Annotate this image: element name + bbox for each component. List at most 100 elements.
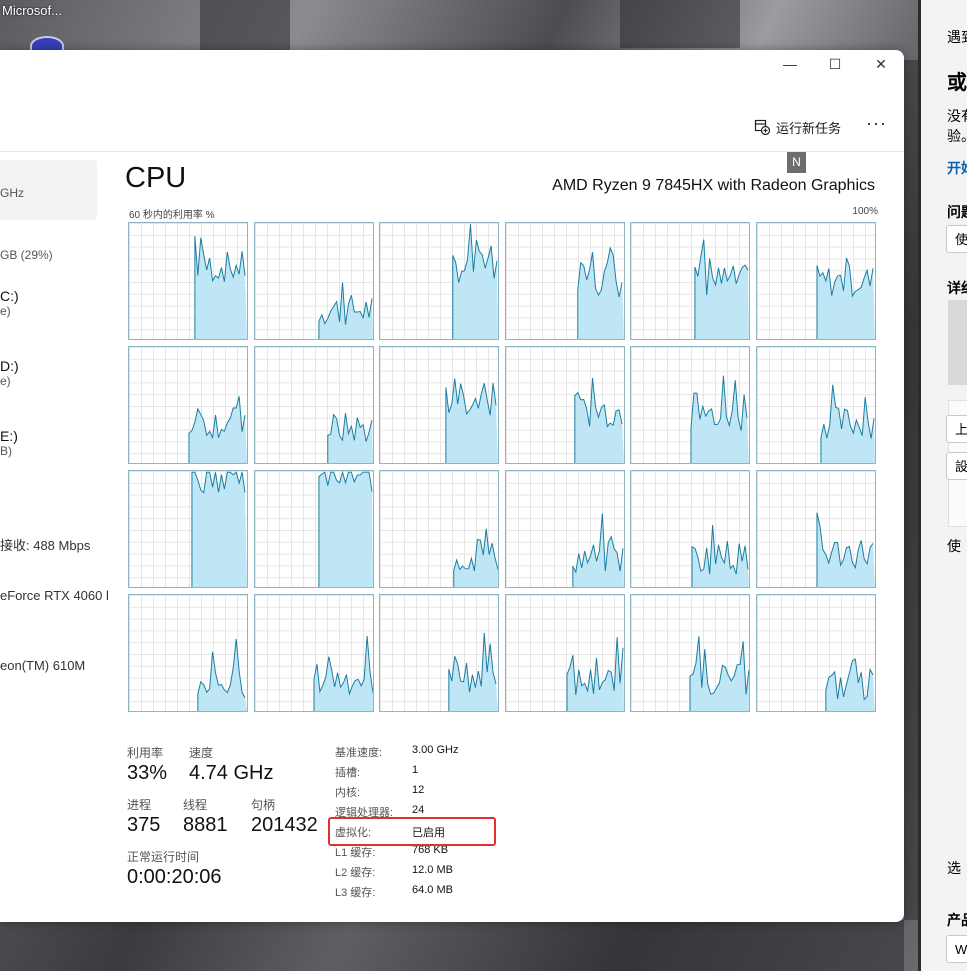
nav-item-sub: eon(TM) 610M [0,658,86,673]
nav-item-gpu-0[interactable]: eForce RTX 4060 l [0,588,108,603]
threads-label: 线程 [183,798,208,812]
nav-item-sub: e) [0,304,11,318]
cpu-core-trace [824,658,875,711]
nav-item-disk-e[interactable]: E:) B) [0,428,97,458]
spec-key: 基准速度: [335,747,383,759]
side-text-3: 验。 [947,128,967,144]
nav-item-memory[interactable]: GB (29%) [0,248,97,262]
nav-item-disk-c[interactable]: C:) e) [0,288,97,318]
cpu-core-graph [755,470,876,588]
threads-value: 8881 [183,814,228,836]
cpu-core-graph [128,594,248,712]
nav-item-network[interactable]: 接收: 488 Mbps [0,535,97,554]
cpu-core-trace [188,396,247,463]
spec-value: 1 [412,764,419,776]
cpu-core-trace [313,635,373,711]
virtualization-highlight-box [328,817,496,846]
desktop-icon-label[interactable]: Microsof... [2,3,62,18]
side-label-issue: 问题 [947,204,967,220]
maximize-button[interactable]: ☐ [812,50,858,80]
cpu-usage-area [694,239,749,339]
side-text-2: 没有 [947,108,967,124]
toolbar: 运行新任务 ··· [0,105,904,145]
run-new-task-label: 运行新任务 [776,120,842,136]
cpu-core-graph [253,222,374,340]
settings-side-panel: 遇到 或 没有 验。 开始 问题 使 详细 上 設 使 选 产品 W [918,0,967,971]
cpu-core-graph [504,346,625,464]
cpu-core-trace [326,413,373,463]
cpu-usage-area [572,513,624,587]
nav-item-main: C:) [0,288,19,304]
cpu-usage-area [691,525,749,587]
cpu-core-graph [253,594,374,712]
side-label-detail: 详细 [947,280,967,296]
spec-value: 3.00 GHz [412,744,459,756]
side-link-start[interactable]: 开始 [947,158,967,178]
cpu-core-trace [576,246,624,339]
cpu-core-graph [128,222,248,340]
cpu-core-trace [694,239,749,339]
cpu-core-trace [815,512,875,587]
uptime-label: 正常运行时间 [127,850,200,864]
cpu-usage-area [574,378,624,463]
cpu-core-trace [573,378,624,463]
cpu-core-graph [504,470,625,588]
side-dropdown-product[interactable]: W [946,935,967,963]
cpu-usage-area [820,384,875,463]
side-heading: 或 [947,72,967,94]
nav-item-gpu-1[interactable]: eon(TM) 610M [0,658,97,673]
cpu-core-graph [630,470,750,588]
cpu-model-name: AMD Ryzen 9 7845HX with Radeon Graphics [552,177,875,194]
nav-item-sub: eForce RTX 4060 l [0,588,108,603]
cpu-core-trace [689,636,749,711]
uptime-value: 0:00:20:06 [127,866,222,888]
side-text-1: 遇到 [947,29,967,45]
cpu-usage-area [188,396,247,463]
cpu-core-trace [317,471,373,587]
processes-value: 375 [127,814,161,836]
nav-item-main: E:) [0,428,18,444]
side-dropdown-issue[interactable]: 使 [946,225,967,253]
toolbar-divider [0,151,904,152]
nav-item-sub: B) [0,444,12,458]
spec-value: 12 [412,784,425,796]
cpu-core-graph [504,594,625,712]
graph-caption: 60 秒内的利用率 % [129,210,215,221]
speed-label: 速度 [189,746,214,760]
speed-value: 4.74 GHz [189,762,274,784]
cpu-core-graph [755,222,876,340]
handles-label: 句柄 [251,798,276,812]
cpu-core-graph [755,594,876,712]
cpu-core-trace [448,632,498,711]
tooltip-badge: N [787,152,806,173]
cpu-core-trace [191,471,247,587]
spec-value: 24 [412,804,425,816]
cpu-core-graph [379,470,499,588]
close-button[interactable]: ✕ [858,50,904,80]
cpu-usage-area [577,247,624,339]
nav-item-main: D:) [0,358,19,374]
more-options-button[interactable]: ··· [866,113,887,134]
title-bar[interactable]: — ☐ ✕ [0,50,904,80]
side-button-2[interactable]: 設 [946,452,967,480]
run-new-task-button[interactable]: 运行新任务 [754,116,841,138]
cpu-usage-area [318,472,373,587]
cpu-usage-area [452,224,498,339]
handles-value: 201432 [251,814,318,836]
spec-value: 12.0 MB [412,864,453,876]
nav-item-sub: 接收: 488 Mbps [0,538,91,553]
side-label-use: 使 [947,538,961,554]
side-button-1[interactable]: 上 [946,415,967,443]
cpu-core-graph [630,346,750,464]
cpu-usage-area [327,413,373,463]
cpu-title: CPU [125,162,187,194]
side-label-product: 产品 [947,912,967,928]
minimize-button[interactable]: — [767,50,813,80]
spec-key: 插槽: [335,767,361,779]
nav-item-disk-d[interactable]: D:) e) [0,358,97,388]
nav-item-cpu[interactable]: GHz [0,160,97,220]
cpu-core-trace [571,513,624,587]
side-image [948,300,967,385]
cpu-core-trace [691,525,749,587]
spec-key: L2 缓存: [335,867,376,879]
